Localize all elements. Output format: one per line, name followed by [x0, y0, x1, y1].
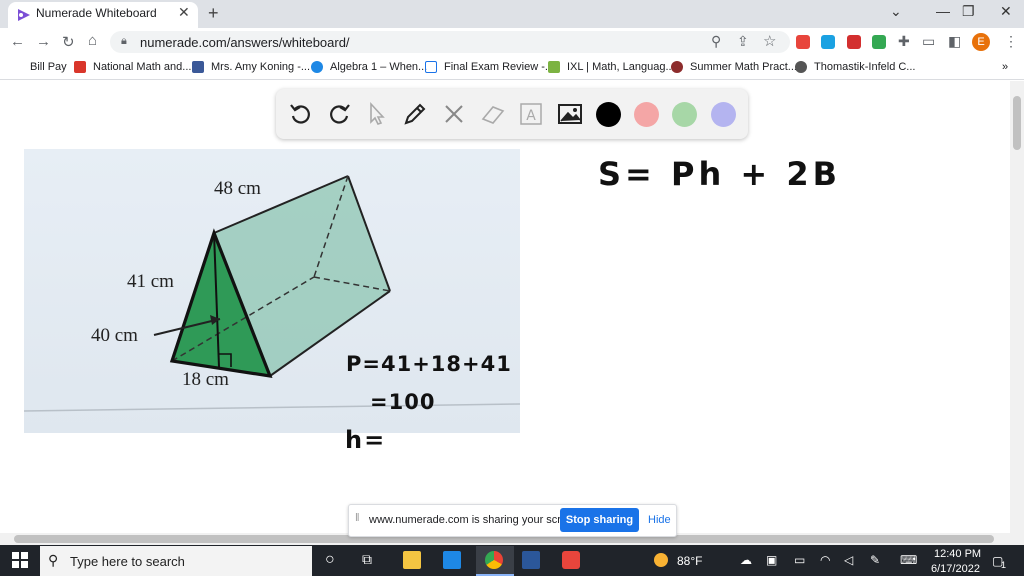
restore-button[interactable]: ❐ — [962, 3, 975, 20]
word-icon[interactable] — [522, 551, 540, 569]
home-icon[interactable]: ⌂ — [88, 32, 97, 49]
handwritten-perimeter: P=41+18+41 — [346, 352, 512, 376]
figure-label-slant: 41 cm — [127, 271, 174, 292]
bookmark-item[interactable]: Algebra 1 – When... — [330, 61, 427, 73]
bookmark-item[interactable]: Bill Pay — [30, 61, 67, 73]
battery-icon[interactable]: ▭ — [794, 553, 805, 567]
extension-icon[interactable] — [872, 35, 886, 49]
sidebar-icon[interactable]: ◧ — [948, 33, 961, 50]
color-swatch-black[interactable] — [596, 102, 621, 127]
pen-workspace-icon[interactable]: ✎ — [870, 553, 880, 567]
search-placeholder[interactable]: Type here to search — [70, 554, 185, 569]
bookmark-star-icon[interactable]: ☆ — [763, 32, 776, 50]
cortana-icon[interactable]: ○ — [325, 551, 335, 569]
bookmark-item[interactable]: Final Exam Review -... — [444, 61, 554, 73]
globe-icon — [795, 61, 807, 73]
wifi-icon[interactable]: ◠ — [820, 553, 830, 567]
hide-button[interactable]: Hide — [648, 514, 671, 526]
close-window-button[interactable]: ✕ — [1000, 3, 1012, 20]
bookmark-item[interactable]: IXL | Math, Languag... — [567, 61, 675, 73]
ixl-icon — [548, 61, 560, 73]
pdf-extension-icon[interactable] — [847, 35, 861, 49]
weather-sun-icon[interactable] — [654, 553, 668, 567]
svg-text:A: A — [526, 108, 536, 124]
extension-icon[interactable] — [821, 35, 835, 49]
figure-label-length: 48 cm — [214, 178, 261, 199]
keyboard-icon[interactable]: ⌨ — [900, 553, 917, 567]
wordpress-icon — [311, 61, 323, 73]
taskbar-app-icon[interactable]: ▣ — [766, 553, 777, 567]
pen-icon[interactable] — [401, 100, 429, 128]
redo-icon[interactable] — [325, 100, 353, 128]
extension-icon[interactable] — [796, 35, 810, 49]
vertical-scrollbar[interactable] — [1010, 81, 1024, 545]
figure-label-base: 18 cm — [182, 369, 229, 390]
bookmark-item[interactable]: Summer Math Pract... — [690, 61, 797, 73]
bookmark-item[interactable]: National Math and... — [93, 61, 191, 73]
handwritten-perimeter-result: =100 — [370, 390, 436, 414]
windows-start-icon[interactable] — [12, 552, 28, 568]
bookmark-item[interactable]: Mrs. Amy Koning -... — [211, 61, 310, 73]
search-icon: ⚲ — [48, 552, 59, 568]
chrome-icon[interactable] — [485, 551, 503, 569]
share-icon[interactable]: ⇪ — [737, 33, 749, 50]
eraser-icon[interactable] — [479, 100, 507, 128]
drag-handle-icon[interactable]: ‖ — [355, 512, 360, 524]
cast-icon[interactable]: ▭ — [922, 33, 935, 50]
reload-icon[interactable]: ↻ — [62, 33, 75, 51]
notification-count: 1 — [1001, 560, 1007, 570]
more-bookmarks-icon[interactable]: » — [1002, 61, 1008, 73]
triangular-prism-figure — [23, 175, 521, 412]
file-explorer-icon[interactable] — [403, 551, 421, 569]
url-text[interactable]: numerade.com/answers/whiteboard/ — [140, 35, 350, 50]
tab-title: Numerade Whiteboard — [36, 6, 157, 20]
undo-icon[interactable] — [287, 100, 315, 128]
color-swatch-lavender[interactable] — [711, 102, 736, 127]
new-tab-button[interactable]: + — [208, 3, 219, 24]
temperature-text[interactable]: 88°F — [677, 554, 702, 568]
store-icon[interactable] — [443, 551, 461, 569]
bookmark-item[interactable]: Thomastik-Infeld C... — [814, 61, 915, 73]
scrollbar-thumb[interactable] — [1013, 96, 1021, 150]
figure-label-height: 40 cm — [91, 325, 138, 346]
image-icon[interactable] — [556, 100, 584, 128]
clock-date[interactable]: 6/17/2022 — [931, 563, 980, 575]
handwritten-height: h= — [345, 426, 387, 454]
tools-icon[interactable] — [440, 100, 468, 128]
app-icon[interactable] — [562, 551, 580, 569]
chevron-down-icon[interactable]: ⌄ — [890, 3, 902, 20]
color-swatch-pink[interactable] — [634, 102, 659, 127]
cloud-icon[interactable]: ☁ — [740, 553, 752, 567]
color-swatch-green[interactable] — [672, 102, 697, 127]
zoom-icon[interactable]: ⚲ — [711, 33, 721, 50]
problem-image — [23, 149, 521, 433]
puzzle-icon[interactable]: ✚ — [898, 33, 910, 50]
volume-icon[interactable]: ◁ — [844, 553, 853, 567]
lock-icon[interactable]: 🔒︎ — [121, 35, 127, 48]
tab-close-button[interactable]: ✕ — [178, 4, 190, 21]
numerade-logo-icon — [18, 9, 30, 21]
minimize-button[interactable]: — — [936, 3, 950, 19]
bookmark-favicon-icon — [671, 61, 683, 73]
stop-sharing-button[interactable]: Stop sharing — [560, 508, 639, 532]
bookmark-favicon-icon — [74, 61, 86, 73]
pointer-icon[interactable] — [363, 100, 391, 128]
forward-icon[interactable]: → — [36, 33, 51, 50]
profile-avatar[interactable]: E — [972, 33, 990, 51]
menu-icon[interactable]: ⋮ — [1004, 33, 1018, 50]
task-view-icon[interactable]: ⧉ — [362, 551, 372, 568]
handwritten-formula: S= Ph + 2B — [598, 155, 841, 193]
text-icon[interactable]: A — [517, 100, 545, 128]
share-message: www.numerade.com is sharing your screen. — [369, 514, 583, 526]
bookmark-favicon-icon — [425, 61, 437, 73]
clock-time[interactable]: 12:40 PM — [934, 548, 981, 560]
bookmark-favicon-icon — [192, 61, 204, 73]
back-icon[interactable]: ← — [10, 33, 25, 50]
